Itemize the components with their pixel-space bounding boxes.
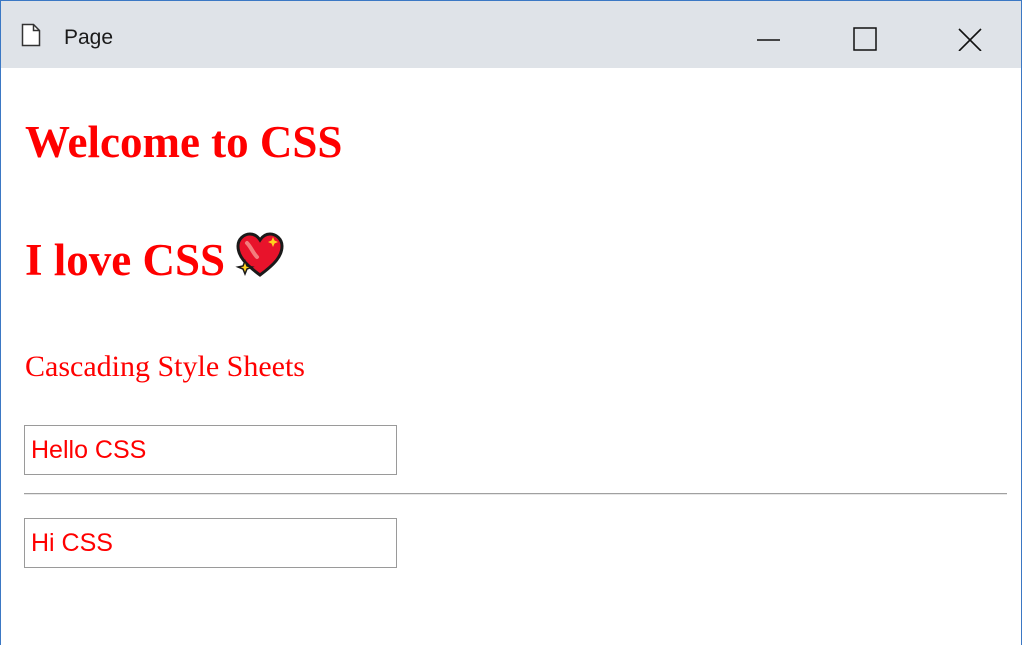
text-input-hi[interactable] bbox=[24, 518, 397, 568]
page-icon bbox=[21, 23, 41, 47]
heading-love: I love CSS bbox=[25, 231, 285, 294]
window-title: Page bbox=[64, 26, 114, 49]
paragraph: Cascading Style Sheets bbox=[25, 350, 305, 383]
heading-love-text: I love CSS bbox=[25, 235, 226, 285]
horizontal-rule bbox=[24, 493, 1007, 495]
browser-window: Page Welcome to CSS I love CSS Cascading… bbox=[0, 0, 1022, 645]
heading-welcome: Welcome to CSS bbox=[25, 117, 343, 167]
close-button[interactable] bbox=[925, 1, 1015, 68]
text-input-hello[interactable] bbox=[24, 425, 397, 475]
maximize-button[interactable] bbox=[821, 1, 911, 68]
sparkling-heart-icon bbox=[235, 231, 285, 290]
page-content: Welcome to CSS I love CSS Cascading Styl… bbox=[1, 68, 1021, 645]
minimize-button[interactable] bbox=[725, 1, 815, 68]
title-bar[interactable]: Page bbox=[1, 1, 1021, 68]
